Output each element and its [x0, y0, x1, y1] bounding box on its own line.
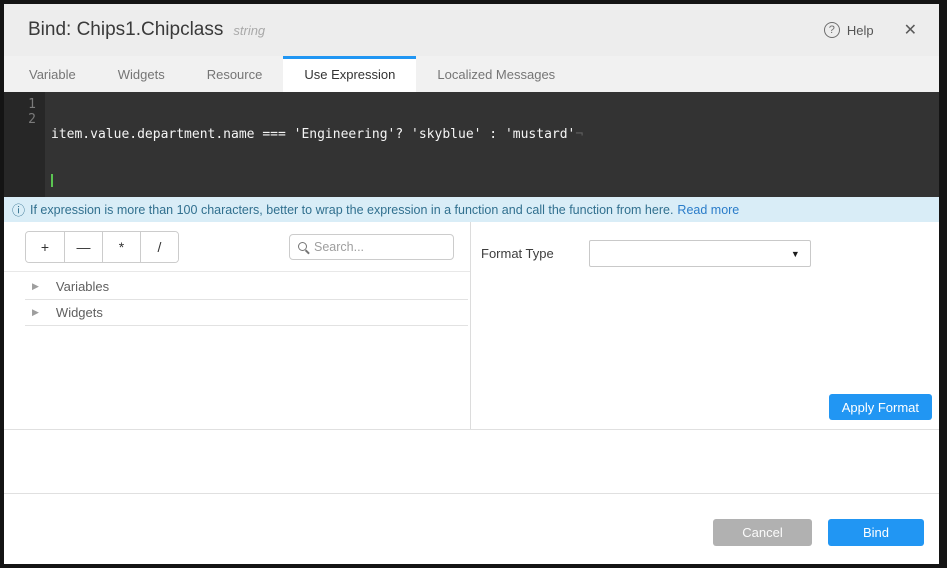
- tab-use-expression[interactable]: Use Expression: [283, 56, 416, 92]
- format-type-row: Format Type ▼: [481, 240, 939, 267]
- chevron-down-icon: ▼: [791, 249, 800, 259]
- info-icon: ⓘ: [12, 200, 25, 219]
- tab-widgets[interactable]: Widgets: [97, 56, 186, 92]
- close-icon[interactable]: ✕: [904, 20, 917, 40]
- format-type-label: Format Type: [481, 246, 554, 261]
- search-icon: [298, 242, 307, 251]
- binding-source-tree: ▶ Variables ▶ Widgets: [4, 272, 470, 326]
- divide-operator-button[interactable]: /: [140, 232, 178, 262]
- help-icon: ?: [824, 22, 840, 38]
- code-line-1: item.value.department.name === 'Engineer…: [51, 127, 939, 142]
- help-button[interactable]: ? Help: [824, 22, 874, 38]
- tree-item-label: Widgets: [56, 305, 103, 320]
- format-panel: Format Type ▼ Apply Format: [471, 222, 939, 429]
- tab-bar: Variable Widgets Resource Use Expression…: [4, 56, 939, 92]
- content-panels: + — * / ▶ Variables ▶ Widgets: [4, 222, 939, 430]
- expression-info-bar: ⓘ If expression is more than 100 charact…: [4, 197, 939, 222]
- bind-dialog: Bind: Chips1.Chipclass string ? Help ✕ V…: [4, 4, 939, 564]
- eol-marker-icon: ¬: [575, 127, 583, 142]
- help-label: Help: [847, 23, 874, 38]
- cancel-button[interactable]: Cancel: [713, 519, 812, 546]
- minus-operator-button[interactable]: —: [64, 232, 102, 262]
- line-number: 1: [4, 97, 36, 112]
- dialog-footer: Cancel Bind: [4, 494, 939, 564]
- bind-button[interactable]: Bind: [828, 519, 924, 546]
- line-number: 2: [4, 112, 36, 127]
- helper-toolbar: + — * /: [4, 222, 470, 272]
- preview-area: [4, 430, 939, 494]
- plus-operator-button[interactable]: +: [26, 232, 64, 262]
- text-cursor: [51, 174, 53, 187]
- tree-item-label: Variables: [56, 279, 109, 294]
- tab-variable[interactable]: Variable: [8, 56, 97, 92]
- dialog-header: Bind: Chips1.Chipclass string ? Help ✕: [4, 4, 939, 56]
- tree-item-variables[interactable]: ▶ Variables: [25, 274, 468, 300]
- info-text: If expression is more than 100 character…: [30, 203, 673, 217]
- code-line-2: [51, 172, 939, 187]
- operator-button-group: + — * /: [25, 231, 179, 263]
- expression-helper-panel: + — * / ▶ Variables ▶ Widgets: [4, 222, 471, 429]
- search-input[interactable]: [314, 240, 445, 254]
- format-type-select[interactable]: ▼: [589, 240, 811, 267]
- expression-code-input[interactable]: item.value.department.name === 'Engineer…: [45, 92, 939, 197]
- expression-editor: 1 2 item.value.department.name === 'Engi…: [4, 92, 939, 197]
- chevron-right-icon: ▶: [32, 281, 39, 292]
- editor-line-numbers: 1 2: [4, 92, 45, 197]
- tab-localized-messages[interactable]: Localized Messages: [416, 56, 576, 92]
- apply-format-button[interactable]: Apply Format: [829, 394, 932, 420]
- search-box: [289, 234, 454, 260]
- bind-type-label: string: [233, 23, 265, 38]
- tree-item-widgets[interactable]: ▶ Widgets: [25, 300, 468, 326]
- chevron-right-icon: ▶: [32, 307, 39, 318]
- read-more-link[interactable]: Read more: [677, 203, 739, 217]
- multiply-operator-button[interactable]: *: [102, 232, 140, 262]
- tab-resource[interactable]: Resource: [186, 56, 284, 92]
- dialog-title: Bind: Chips1.Chipclass: [28, 19, 223, 41]
